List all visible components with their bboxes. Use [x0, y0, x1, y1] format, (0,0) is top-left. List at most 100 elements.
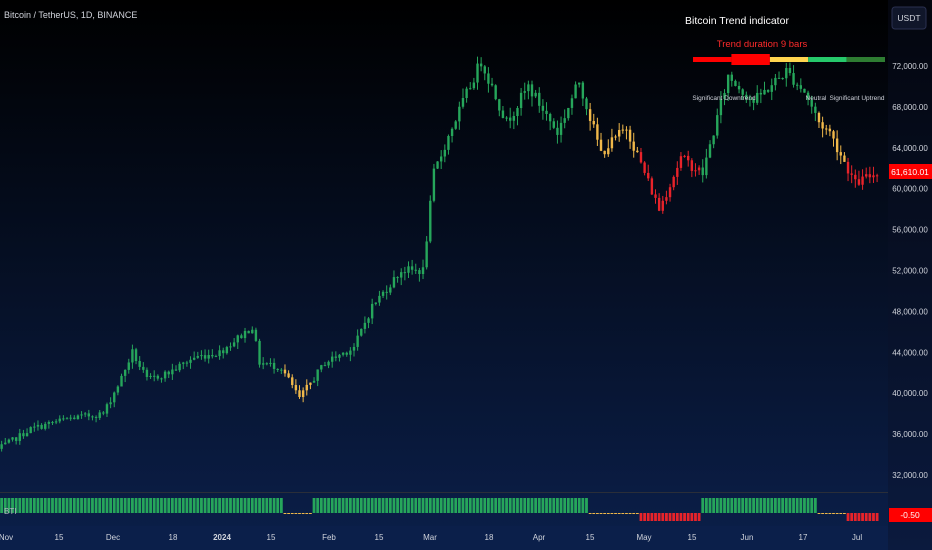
bti-bar: [436, 498, 439, 513]
bti-bar: [483, 498, 487, 513]
price-tick-label: 64,000.00: [892, 144, 928, 153]
candle-body: [305, 384, 308, 391]
candle-body: [850, 173, 853, 175]
candle-body: [509, 117, 512, 121]
chart-canvas[interactable]: BTI Nov 15 Dec 18 2024 15 Feb 15 Mar 18 Apr 15 May 15…: [0, 0, 932, 550]
candle-body: [149, 375, 152, 377]
bti-bar: [588, 513, 592, 514]
bti-value-badge: -0.50: [889, 508, 932, 522]
bti-bar: [214, 498, 218, 513]
candle-body: [487, 73, 490, 84]
bti-bar: [294, 513, 298, 514]
bti-bar: [570, 498, 574, 513]
candle-body: [349, 350, 352, 355]
candle-body: [683, 155, 686, 157]
candle-body: [378, 295, 381, 303]
bti-bar: [472, 498, 476, 513]
bti-bar: [58, 498, 62, 513]
bti-bar: [661, 513, 665, 521]
bti-bar: [487, 498, 490, 513]
bti-bar: [72, 498, 76, 513]
bti-bar: [548, 498, 552, 513]
bti-bar: [396, 498, 399, 513]
bti-bar: [828, 513, 832, 514]
candle-body: [839, 152, 842, 156]
candle-body: [872, 175, 875, 178]
candle-body: [781, 78, 784, 80]
bti-bar: [381, 498, 385, 513]
bti-bar: [105, 498, 109, 513]
candle-body: [799, 85, 803, 89]
candle-body: [461, 98, 465, 107]
bti-bar: [621, 513, 625, 514]
legend-segment: [846, 57, 885, 62]
candle-body: [33, 426, 36, 428]
bti-bar: [843, 513, 846, 514]
candle-body: [567, 107, 570, 119]
candle-body: [363, 322, 367, 329]
candle-body: [607, 148, 610, 155]
candle-body: [588, 109, 592, 121]
bti-bar: [225, 498, 229, 513]
candle-body: [846, 161, 850, 174]
candle-body: [625, 129, 628, 131]
bti-bar: [87, 498, 91, 513]
bti-bar: [476, 498, 479, 513]
candle-body: [429, 200, 432, 242]
candle-body: [171, 369, 174, 375]
candle-body: [356, 335, 359, 347]
bti-bar: [563, 498, 567, 513]
bti-bar: [719, 498, 723, 513]
currency-button-label[interactable]: USDT: [897, 13, 920, 23]
candle-body: [145, 369, 149, 377]
bti-bar: [599, 513, 603, 514]
bti-bar: [537, 498, 541, 513]
bti-bar: [51, 498, 54, 513]
bti-bar: [54, 498, 58, 513]
time-tick-label: 15: [586, 533, 595, 542]
bti-bar: [388, 498, 392, 513]
candle-body: [414, 269, 417, 271]
bti-bar: [806, 498, 810, 513]
candle-body: [232, 342, 236, 347]
bti-bar: [345, 498, 349, 513]
pane-separator[interactable]: [0, 492, 888, 493]
candle-body: [254, 329, 258, 341]
candle-body: [65, 418, 69, 420]
bti-bar: [272, 498, 276, 513]
bti-bar: [127, 498, 131, 513]
candle-body: [763, 89, 766, 95]
candle-body: [443, 149, 447, 157]
candle-body: [418, 270, 421, 275]
candle-body: [730, 74, 733, 81]
bti-bar: [704, 498, 708, 513]
bti-bar: [519, 498, 523, 513]
bti-bar: [577, 498, 581, 513]
candle-body: [400, 272, 403, 278]
currency-button[interactable]: USDT: [891, 6, 927, 30]
bti-bar: [872, 513, 875, 521]
bti-bar: [737, 498, 741, 513]
candle-body: [360, 328, 363, 336]
candle-body: [403, 272, 407, 274]
candle-body: [614, 136, 617, 138]
bti-bar: [18, 498, 22, 513]
candle-body: [803, 88, 806, 93]
bti-bar: [323, 498, 327, 513]
time-tick-label: Jul: [852, 533, 862, 542]
time-tick-label: 18: [169, 533, 178, 542]
time-axis-bg[interactable]: [0, 526, 888, 550]
time-tick-label: May: [636, 533, 651, 542]
candle-body: [439, 156, 443, 162]
candle-body: [211, 354, 214, 357]
bti-bar: [839, 513, 843, 514]
bti-bar: [185, 498, 189, 513]
bti-bar: [712, 498, 716, 513]
candle-body: [392, 277, 396, 288]
bti-bar: [465, 498, 469, 513]
indicator-title: Bitcoin Trend indicator: [685, 15, 789, 27]
candle-body: [225, 347, 229, 354]
time-tick-label: 15: [267, 533, 276, 542]
bti-bar: [603, 513, 607, 514]
candle-body: [69, 417, 72, 419]
